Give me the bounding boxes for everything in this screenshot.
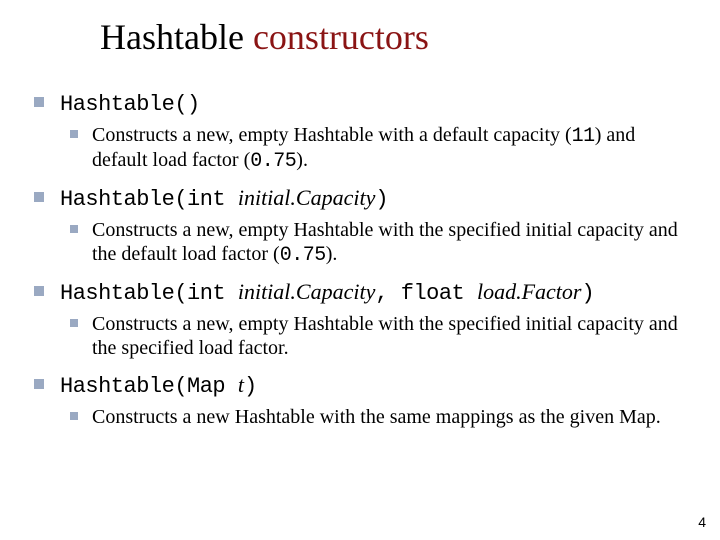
signature-arg: initial.Capacity [238,185,376,210]
desc-text: ). [326,243,338,265]
signature-text: ) [244,374,257,399]
constructor-1: Hashtable(int initial.Capacity) [34,185,692,213]
signature-text: Hashtable(int [60,187,238,212]
desc-text: Constructs a new, empty Hashtable with t… [92,313,678,359]
constructor-3: Hashtable(Map t) [34,372,692,400]
slide: Hashtable constructors Hashtable() Const… [0,0,720,540]
square-bullet-icon [34,379,44,389]
constructor-2: Hashtable(int initial.Capacity, float lo… [34,279,692,307]
constructor-0-desc: Constructs a new, empty Hashtable with a… [34,124,692,173]
title-word-1: Hashtable [100,17,244,57]
desc-text: Constructs a new, empty Hashtable with a… [92,124,572,146]
desc-text: ). [296,149,308,171]
signature-text: ) [581,281,594,306]
square-bullet-icon [70,130,78,138]
signature-text: , float [375,281,477,306]
signature-arg: initial.Capacity [238,279,376,304]
square-bullet-icon [70,412,78,420]
square-bullet-icon [34,286,44,296]
square-bullet-icon [34,97,44,107]
constructor-0: Hashtable() [34,90,692,118]
signature-text: ) [375,187,388,212]
constructor-3-desc: Constructs a new Hashtable with the same… [34,406,692,430]
signature-arg: load.Factor [477,279,582,304]
literal-value: 11 [572,125,595,148]
slide-body: Hashtable() Constructs a new, empty Hash… [34,78,692,430]
literal-value: 0.75 [280,244,326,267]
literal-value: 0.75 [250,150,296,173]
page-number: 4 [698,514,706,530]
square-bullet-icon [70,319,78,327]
signature-text: Hashtable(int [60,281,238,306]
desc-text: Constructs a new Hashtable with the same… [92,406,661,428]
slide-title: Hashtable constructors [100,18,429,58]
signature-text: Hashtable(Map [60,374,238,399]
constructor-1-desc: Constructs a new, empty Hashtable with t… [34,219,692,267]
desc-text: Constructs a new, empty Hashtable with t… [92,219,678,265]
square-bullet-icon [34,192,44,202]
constructor-2-desc: Constructs a new, empty Hashtable with t… [34,313,692,360]
title-word-2: constructors [253,17,429,57]
signature-text: Hashtable() [60,92,200,117]
square-bullet-icon [70,225,78,233]
